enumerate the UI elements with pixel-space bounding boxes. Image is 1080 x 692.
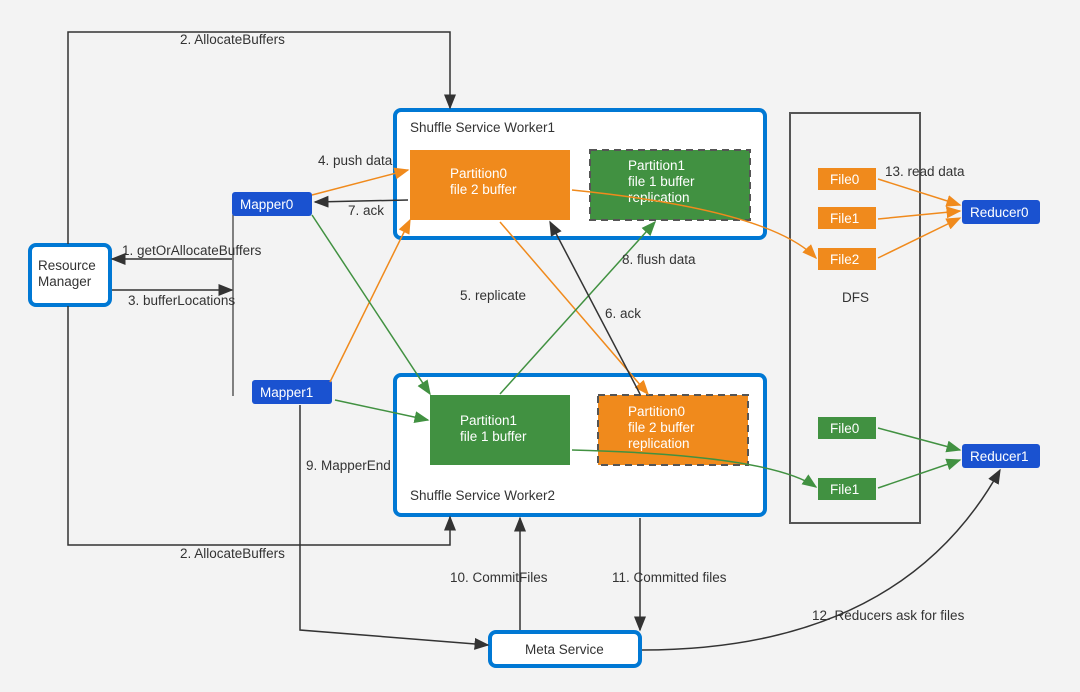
mapper1-label: Mapper1 [260,385,313,400]
edge-7-label: 7. ack [348,203,384,218]
edge-4-label: 4. push data [318,153,393,168]
edge-2b-label: 2. AllocateBuffers [180,546,285,561]
edge-2b [68,306,450,545]
edge-4b [330,220,410,382]
edge-10-label: 10. CommitFiles [450,570,548,585]
svg-text:File1: File1 [830,211,859,226]
edge-push-green-a [312,215,430,394]
ssw1-title: Shuffle Service Worker1 [410,120,555,135]
edge-1-label: 1. getOrAllocateBuffers [122,243,262,258]
meta-service-label: Meta Service [525,642,604,657]
edge-13-label: 13. read data [885,164,965,179]
dfs-file0-top: File0 [818,168,876,190]
edge-8-label: 8. flush data [622,252,696,267]
edge-3-label: 3. bufferLocations [128,293,235,308]
edge-6-label: 6. ack [605,306,641,321]
mapper0-label: Mapper0 [240,197,293,212]
svg-text:File2: File2 [830,252,859,267]
dfs-file2-top: File2 [818,248,876,270]
reducer0-label: Reducer0 [970,205,1029,220]
ssw2-partition0-label: Partition0file 2 bufferreplication [628,404,695,451]
ssw2-title: Shuffle Service Worker2 [410,488,555,503]
dfs-file1-bot: File1 [818,478,876,500]
edge-12-label: 12. Reducers ask for files [812,608,965,623]
dfs-file0-bot: File0 [818,417,876,439]
ssw1-partition0-label: Partition0file 2 buffer [450,166,517,197]
svg-text:File0: File0 [830,172,859,187]
edge-11-label: 11. Committed files [612,570,727,585]
edge-2a-label: 2. AllocateBuffers [180,32,285,47]
ssw2-partition1-label: Partition1file 1 buffer [460,413,527,444]
reducer1-label: Reducer1 [970,449,1029,464]
dfs-file1-top: File1 [818,207,876,229]
svg-text:File0: File0 [830,421,859,436]
dfs-title: DFS [842,290,869,305]
edge-5-label: 5. replicate [460,288,526,303]
edge-9-label: 9. MapperEnd [306,458,391,473]
resource-manager-label: ResourceManager [38,258,96,289]
svg-text:File1: File1 [830,482,859,497]
